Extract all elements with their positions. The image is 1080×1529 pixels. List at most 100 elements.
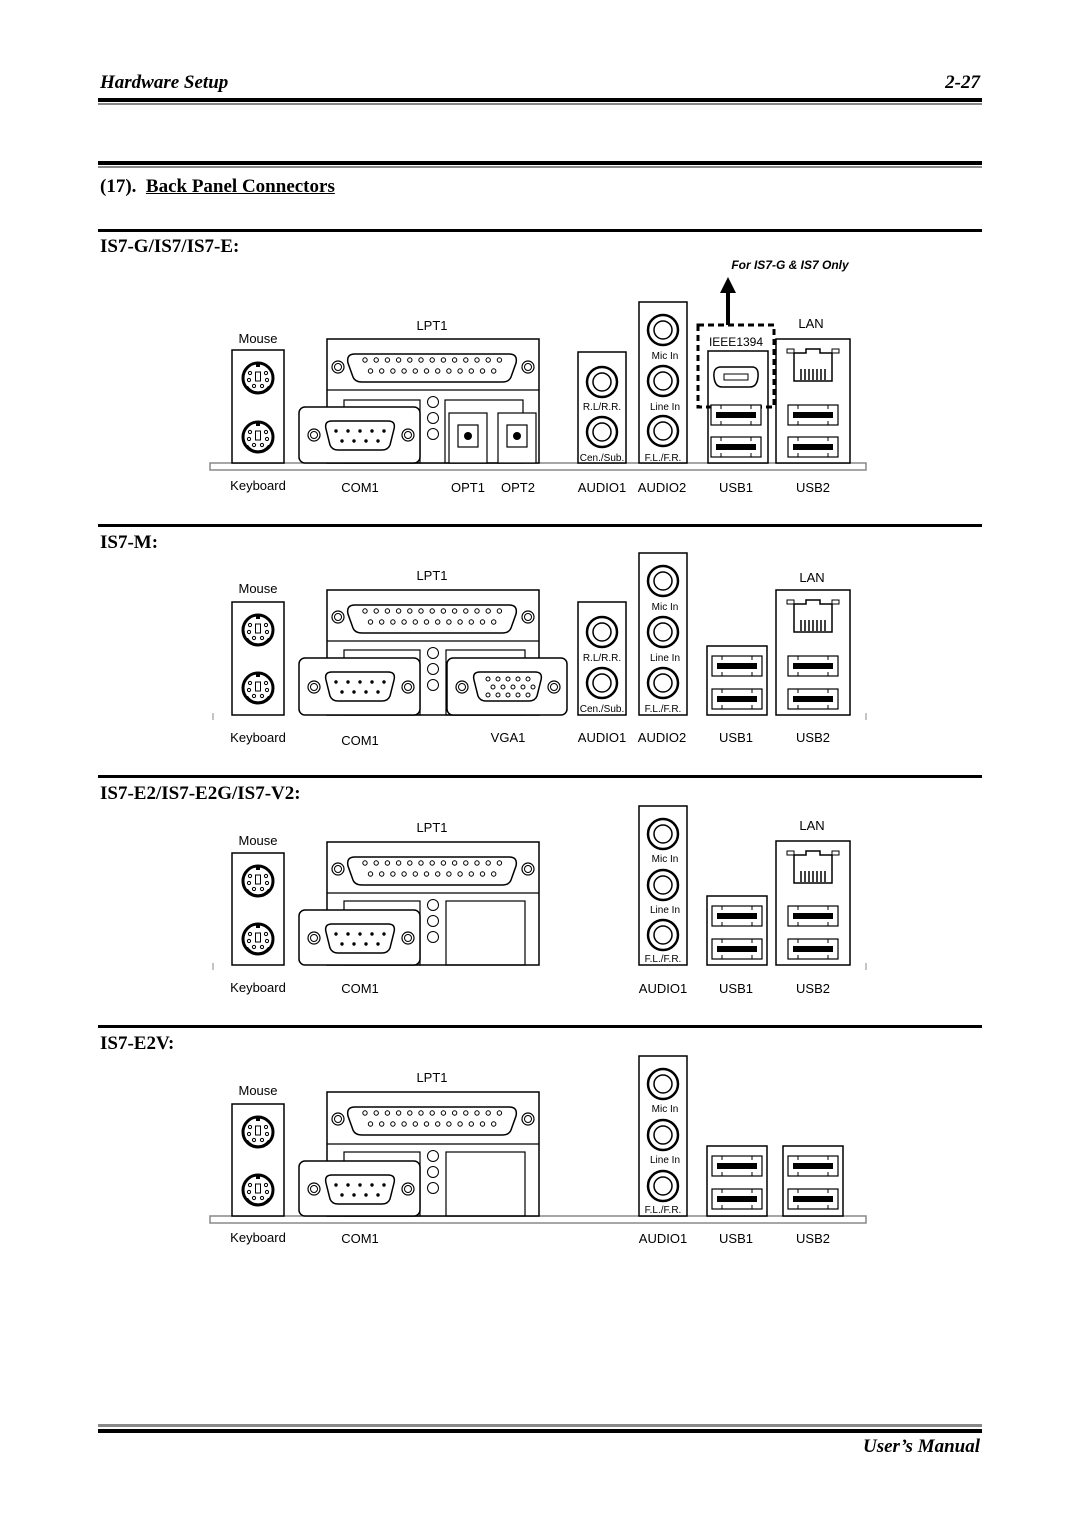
section-heading: (17). Back Panel Connectors	[100, 176, 335, 198]
usb-port-icon	[787, 436, 839, 458]
flfr-label: F.L./F.R.	[645, 453, 682, 464]
linein-label: Line In	[650, 402, 680, 413]
usb-port-icon	[787, 905, 839, 927]
back-panel-diagram-is7-g: For IS7-G & IS7 Only Mouse Keyboard LPT1…	[209, 258, 867, 495]
section-rule-thin	[98, 166, 982, 168]
arrow-head-icon	[720, 277, 736, 293]
rlrr-label: R.L/R.R.	[583, 653, 621, 664]
lan-label: LAN	[798, 316, 823, 331]
model-rule-2	[98, 524, 982, 527]
section-rule	[98, 161, 982, 165]
usb-port-icon	[787, 1155, 839, 1177]
com-port-icon	[324, 923, 396, 954]
keyboard-port-icon	[241, 922, 275, 957]
usb1-label: USB1	[719, 730, 753, 745]
keyboard-port-icon	[241, 420, 275, 455]
mouse-label: Mouse	[238, 581, 277, 596]
usb-port-icon	[711, 1155, 763, 1177]
back-panel-diagram-is7-e2v: Mouse Keyboard LPT1 COM1 Mic In Line In …	[209, 1055, 867, 1246]
model-rule-4	[98, 1025, 982, 1028]
keyboard-label: Keyboard	[230, 730, 286, 745]
com-port-icon	[324, 420, 396, 451]
usb-port-icon	[711, 655, 763, 677]
footer-rule-thin	[98, 1424, 982, 1427]
keyboard-label: Keyboard	[230, 1230, 286, 1245]
usb-port-icon	[711, 688, 763, 710]
flfr-label: F.L./F.R.	[645, 954, 682, 965]
rlrr-label: R.L/R.R.	[583, 402, 621, 413]
usb-port-icon	[787, 938, 839, 960]
audio1-label: AUDIO1	[578, 480, 626, 495]
model-heading: IS7-E2V:	[100, 1033, 175, 1054]
linein-label: Line In	[650, 905, 680, 916]
vga-label: VGA1	[491, 730, 526, 745]
ieee-label: IEEE1394	[709, 335, 763, 349]
lpt-label: LPT1	[416, 820, 447, 835]
usb2-label: USB2	[796, 480, 830, 495]
micin-label: Mic In	[652, 351, 679, 362]
usb-port-icon	[710, 436, 762, 458]
back-panel-diagram-is7-m: Mouse Keyboard LPT1 COM1 VGA1 R.L/R.R. C…	[212, 552, 867, 748]
audio1-label: AUDIO1	[578, 730, 626, 745]
keyboard-port-icon	[241, 671, 275, 706]
audio1-label: AUDIO1	[639, 1231, 687, 1246]
usb-port-icon	[787, 688, 839, 710]
footer-title: User’s Manual	[862, 1436, 980, 1457]
footer-rule	[98, 1429, 982, 1433]
com-label: COM1	[341, 480, 379, 495]
usb-port-icon	[711, 905, 763, 927]
com-port-icon	[324, 671, 396, 702]
opt2-label: OPT2	[501, 480, 535, 495]
com-label: COM1	[341, 981, 379, 996]
mouse-port-icon	[241, 361, 275, 396]
header-rule-thin	[98, 103, 982, 105]
lan-port-icon	[786, 348, 840, 382]
usb-port-icon	[711, 1188, 763, 1210]
page-number: 2-27	[945, 72, 980, 93]
mouse-label: Mouse	[238, 331, 277, 346]
censub-label: Cen./Sub.	[580, 704, 624, 715]
section-number: (17).	[100, 176, 137, 197]
opt1-label: OPT1	[451, 480, 485, 495]
mouse-port-icon	[241, 613, 275, 648]
lan-label: LAN	[799, 570, 824, 585]
micin-label: Mic In	[652, 1104, 679, 1115]
lpt-label: LPT1	[416, 1070, 447, 1085]
usb-port-icon	[711, 938, 763, 960]
usb-port-icon	[710, 404, 762, 426]
linein-label: Line In	[650, 653, 680, 664]
keyboard-port-icon	[241, 1173, 275, 1208]
com-port-icon	[324, 1174, 396, 1205]
lpt-label: LPT1	[416, 568, 447, 583]
lan-label: LAN	[799, 818, 824, 833]
usb-port-icon	[787, 404, 839, 426]
com-label: COM1	[341, 733, 379, 748]
mouse-label: Mouse	[238, 1083, 277, 1098]
audio2-label: AUDIO2	[638, 480, 686, 495]
note-text: For IS7-G & IS7 Only	[731, 258, 850, 272]
header-title: Hardware Setup	[100, 72, 229, 93]
micin-label: Mic In	[652, 602, 679, 613]
flfr-label: F.L./F.R.	[645, 704, 682, 715]
micin-label: Mic In	[652, 854, 679, 865]
lan-port-icon	[786, 850, 840, 884]
model-heading: IS7-M:	[100, 532, 159, 553]
linein-label: Line In	[650, 1155, 680, 1166]
model-rule-3	[98, 775, 982, 778]
usb2-label: USB2	[796, 1231, 830, 1246]
keyboard-label: Keyboard	[230, 478, 286, 493]
usb2-label: USB2	[796, 981, 830, 996]
com-label: COM1	[341, 1231, 379, 1246]
lpt-label: LPT1	[416, 318, 447, 333]
audio2-label: AUDIO2	[638, 730, 686, 745]
usb1-label: USB1	[719, 480, 753, 495]
flfr-label: F.L./F.R.	[645, 1205, 682, 1216]
mouse-port-icon	[241, 1115, 275, 1150]
ieee1394-port-icon	[713, 366, 759, 388]
usb1-label: USB1	[719, 981, 753, 996]
panel-baseline	[209, 462, 867, 471]
keyboard-label: Keyboard	[230, 980, 286, 995]
usb1-label: USB1	[719, 1231, 753, 1246]
back-panel-diagram-is7-e2: Mouse Keyboard LPT1 COM1 Mic In Line In …	[212, 805, 867, 996]
usb2-label: USB2	[796, 730, 830, 745]
